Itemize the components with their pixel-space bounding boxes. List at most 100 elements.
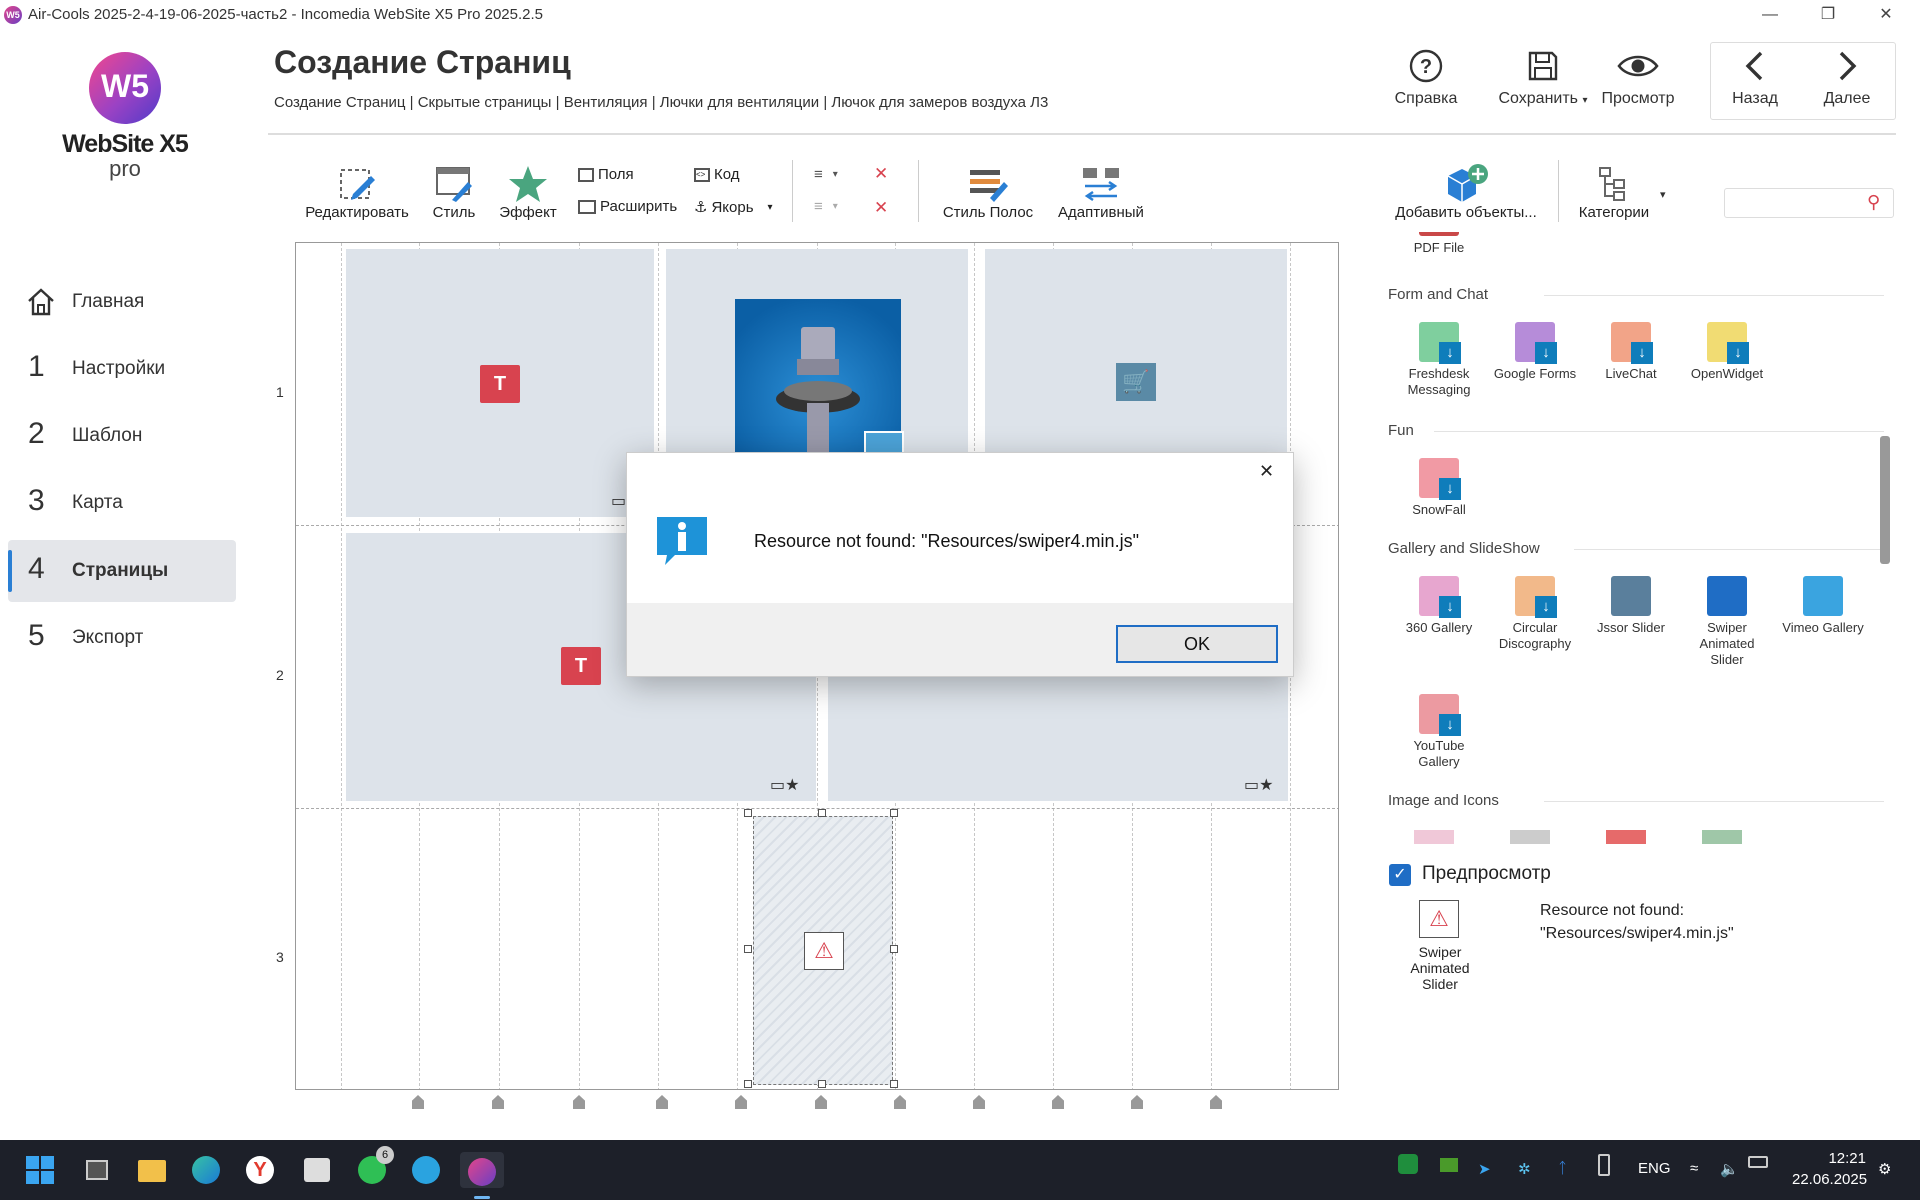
vimeo-gallery-object[interactable]: Vimeo Gallery xyxy=(1778,576,1868,636)
anchor-button[interactable]: ⚓ Якорь ▾ xyxy=(694,198,773,217)
edit-button[interactable]: Редактировать xyxy=(302,164,412,221)
margins-button[interactable]: Поля xyxy=(578,166,634,183)
nav-export[interactable]: 5 Экспорт xyxy=(8,607,236,669)
kaspersky-icon[interactable] xyxy=(1398,1154,1418,1174)
youtube-gallery-object[interactable]: ↓ YouTube Gallery xyxy=(1394,694,1484,770)
column-marker[interactable] xyxy=(573,1095,585,1109)
file-explorer-button[interactable] xyxy=(134,1152,170,1188)
delete-column-button[interactable]: ✕ xyxy=(874,198,888,218)
wifi-icon[interactable]: ≈ xyxy=(1690,1160,1698,1177)
close-window-button[interactable]: ✕ xyxy=(1863,2,1909,28)
notifications-icon[interactable]: ⚙ xyxy=(1878,1160,1891,1178)
livechat-object[interactable]: ↓ LiveChat xyxy=(1586,322,1676,382)
column-marker[interactable] xyxy=(735,1095,747,1109)
chevron-down-icon[interactable]: ▾ xyxy=(1660,188,1666,201)
start-button[interactable] xyxy=(22,1152,58,1188)
resize-handle[interactable] xyxy=(890,809,898,817)
circular-discography-object[interactable]: ↓ Circular Discography xyxy=(1490,576,1580,652)
minimize-button[interactable]: — xyxy=(1747,2,1793,28)
preview-button[interactable]: Просмотр xyxy=(1590,48,1686,114)
column-marker[interactable] xyxy=(492,1095,504,1109)
help-button[interactable]: ? Справка xyxy=(1378,48,1474,114)
battery-icon[interactable] xyxy=(1748,1156,1768,1168)
column-marker[interactable] xyxy=(656,1095,668,1109)
restore-button[interactable]: ❐ xyxy=(1805,2,1851,28)
ok-button[interactable]: OK xyxy=(1116,625,1278,663)
text-object-icon: T xyxy=(480,365,520,403)
expand-button[interactable]: Расширить xyxy=(578,198,677,215)
jssor-slider-object[interactable]: Jssor Slider xyxy=(1586,576,1676,636)
selected-slider-object[interactable]: ⚠ xyxy=(753,816,893,1085)
nav-label: Карта xyxy=(72,492,123,513)
volume-icon[interactable]: 🔈 xyxy=(1720,1160,1739,1178)
resize-handle[interactable] xyxy=(818,1080,826,1088)
freshdesk-object[interactable]: ↓ Freshdesk Messaging xyxy=(1394,322,1484,398)
task-view-icon xyxy=(86,1160,108,1180)
clock-time[interactable]: 12:21 xyxy=(1828,1150,1866,1167)
column-marker[interactable] xyxy=(1210,1095,1222,1109)
effect-button[interactable]: Эффект xyxy=(496,164,560,221)
resize-handle[interactable] xyxy=(744,945,752,953)
google-forms-object[interactable]: ↓ Google Forms xyxy=(1490,322,1580,382)
whatsapp-button[interactable]: 6 xyxy=(354,1146,394,1188)
pdf-file-object[interactable]: PDF File xyxy=(1394,232,1484,256)
swiper-animated-slider-object[interactable]: Swiper Animated Slider xyxy=(1682,576,1772,668)
telegram-button[interactable] xyxy=(408,1152,444,1188)
task-view-button[interactable] xyxy=(78,1152,114,1188)
adaptive-button[interactable]: Адаптивный xyxy=(1050,164,1152,221)
language-indicator[interactable]: ENG xyxy=(1638,1160,1671,1177)
usb-device-icon[interactable] xyxy=(1598,1154,1610,1176)
download-icon: ↓ xyxy=(1631,342,1653,364)
delete-row-button[interactable]: ✕ xyxy=(874,164,888,184)
360-gallery-object[interactable]: ↓ 360 Gallery xyxy=(1394,576,1484,636)
next-button[interactable]: Далее xyxy=(1800,48,1894,114)
column-marker[interactable] xyxy=(412,1095,424,1109)
nav-template[interactable]: 2 Шаблон xyxy=(8,405,236,467)
objects-panel[interactable]: PDF File Form and Chat ↓ Freshdesk Messa… xyxy=(1384,232,1894,844)
code-button[interactable]: <> Код xyxy=(694,166,740,183)
nav-map[interactable]: 3 Карта xyxy=(8,472,236,534)
resize-handle[interactable] xyxy=(818,809,826,817)
telegram-tray-icon[interactable]: ➤ xyxy=(1478,1160,1491,1178)
openwidget-object[interactable]: ↓ OpenWidget xyxy=(1682,322,1772,382)
column-marker[interactable] xyxy=(1052,1095,1064,1109)
objects-search-input[interactable]: ⚲ xyxy=(1724,188,1894,218)
resize-handle[interactable] xyxy=(890,945,898,953)
resize-handle[interactable] xyxy=(744,1080,752,1088)
resize-handle[interactable] xyxy=(744,809,752,817)
anchor-icon: ⚓ xyxy=(694,199,708,216)
dialog-close-button[interactable]: ✕ xyxy=(1259,461,1274,482)
save-button[interactable]: Сохранить ▾ xyxy=(1488,48,1598,114)
column-marker[interactable] xyxy=(815,1095,827,1109)
column-marker[interactable] xyxy=(1131,1095,1143,1109)
nav-pages[interactable]: 4 Страницы xyxy=(8,540,236,602)
nvidia-icon[interactable] xyxy=(1440,1158,1458,1172)
align-button[interactable]: ≡ ▾ xyxy=(814,166,838,183)
clock-date[interactable]: 22.06.2025 xyxy=(1792,1171,1867,1188)
website-x5-taskbar-button[interactable] xyxy=(460,1152,504,1199)
yandex-browser-button[interactable]: Y xyxy=(242,1152,278,1188)
categories-button[interactable]: Категории xyxy=(1570,164,1658,221)
network-share-icon[interactable]: ✲ xyxy=(1518,1160,1531,1178)
bluetooth-icon[interactable]: ᛏ xyxy=(1558,1160,1567,1177)
text-object-cell[interactable]: T xyxy=(346,249,654,517)
nav-home[interactable]: Главная xyxy=(8,271,236,333)
row-number: 1 xyxy=(276,384,284,400)
snowfall-object[interactable]: ↓ SnowFall xyxy=(1394,458,1484,518)
resize-handle[interactable] xyxy=(890,1080,898,1088)
row-style-button[interactable]: Стиль Полос xyxy=(940,164,1036,221)
column-marker[interactable] xyxy=(894,1095,906,1109)
nav-settings[interactable]: 1 Настройки xyxy=(8,338,236,400)
style-button[interactable]: Стиль xyxy=(424,164,484,221)
back-button[interactable]: Назад xyxy=(1708,48,1802,114)
objects-panel-scrollbar[interactable] xyxy=(1880,436,1890,564)
help-label: Справка xyxy=(1394,90,1458,107)
add-objects-button[interactable]: Добавить объекты... xyxy=(1392,162,1540,221)
preview-checkbox[interactable]: ✓ xyxy=(1389,864,1411,886)
column-marker[interactable] xyxy=(973,1095,985,1109)
edge-button[interactable] xyxy=(188,1152,224,1188)
store-icon xyxy=(304,1158,330,1182)
breadcrumb[interactable]: Создание Страниц | Скрытые страницы | Ве… xyxy=(274,94,1048,111)
align-bottom-button[interactable]: ≡ ▾ xyxy=(814,198,838,215)
store-button[interactable] xyxy=(298,1152,334,1188)
